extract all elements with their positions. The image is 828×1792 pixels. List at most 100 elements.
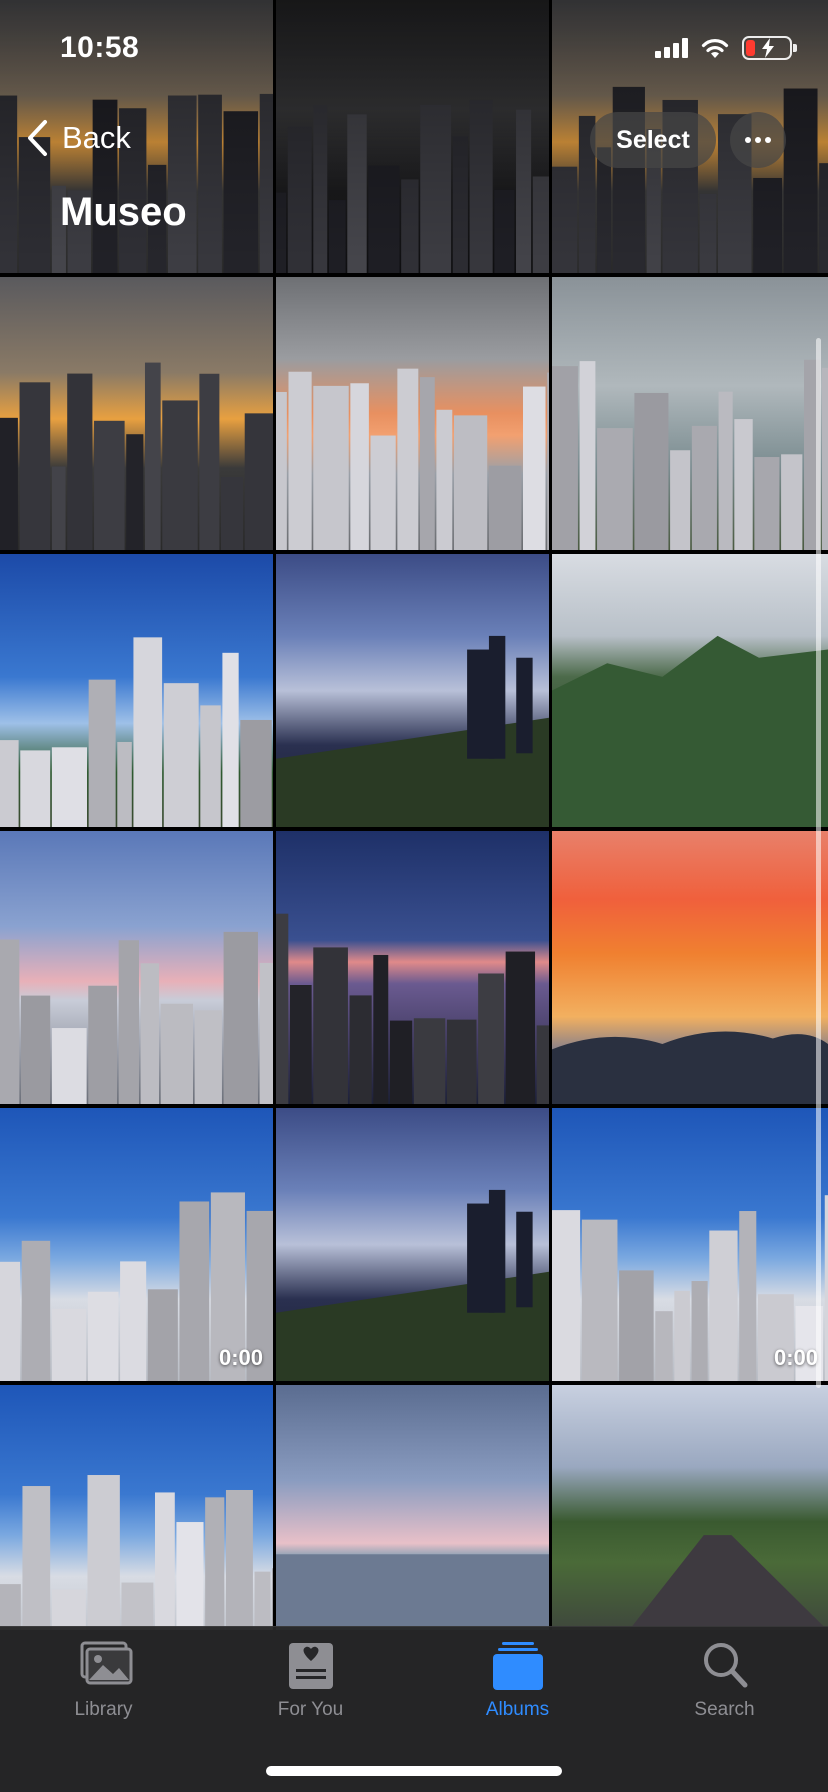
building-shape: [160, 1003, 193, 1104]
back-label: Back: [62, 120, 131, 155]
building-shape: [20, 995, 51, 1104]
building-shape: [287, 126, 312, 273]
building-shape: [272, 1568, 273, 1630]
building-shape: [313, 385, 349, 550]
photo-thumbnail[interactable]: [276, 1108, 549, 1381]
building-shape: [821, 367, 828, 550]
photo-thumbnail[interactable]: [552, 554, 828, 827]
photo-thumbnail[interactable]: [276, 277, 549, 550]
building-shape: [397, 368, 419, 550]
building-shape: [328, 200, 346, 273]
building-shape: [163, 683, 199, 827]
photo-thumbnail[interactable]: [552, 1385, 828, 1630]
building-shape: [446, 1019, 477, 1104]
building-shape: [154, 1492, 175, 1630]
building-shape: [0, 939, 20, 1104]
photo-thumbnail[interactable]: [0, 1385, 273, 1630]
building-shape: [691, 1281, 708, 1381]
building-shape: [699, 193, 717, 273]
photo-scene: [0, 1192, 273, 1381]
building-shape: [118, 940, 139, 1104]
photo-thumbnail[interactable]: [276, 554, 549, 827]
building-shape: [718, 391, 733, 550]
photo-thumbnail[interactable]: [276, 1385, 549, 1630]
tab-for-you-label: For You: [277, 1699, 344, 1720]
back-button[interactable]: Back: [24, 118, 131, 158]
building-shape: [494, 189, 515, 273]
building-shape: [420, 104, 452, 273]
building-shape: [655, 1311, 673, 1381]
building-shape: [121, 1582, 154, 1630]
photo-scene: [552, 1195, 828, 1381]
building-shape: [552, 366, 578, 550]
building-shape: [505, 951, 536, 1104]
building-shape: [205, 1497, 225, 1630]
photo-thumbnail[interactable]: [0, 831, 273, 1104]
photo-scene: [0, 362, 273, 550]
building-shape: [120, 1261, 147, 1381]
horizon-shape: [552, 1031, 828, 1104]
building-shape: [350, 383, 369, 550]
photo-scene: [552, 359, 828, 550]
building-shape: [401, 179, 419, 273]
building-shape: [552, 1210, 581, 1381]
building-shape: [0, 417, 18, 550]
building-shape: [516, 109, 532, 273]
building-shape: [147, 1289, 178, 1381]
building-shape: [368, 165, 400, 273]
building-shape: [88, 985, 118, 1104]
photo-thumbnail[interactable]: [0, 277, 273, 550]
building-shape: [51, 1028, 87, 1104]
photo-scene: [552, 635, 828, 827]
building-shape: [167, 95, 197, 273]
building-shape: [478, 973, 505, 1104]
status-icons: [655, 36, 797, 60]
building-shape: [87, 1291, 119, 1381]
building-shape: [488, 635, 506, 759]
tab-albums[interactable]: Albums: [414, 1639, 621, 1721]
building-shape: [597, 428, 633, 550]
building-shape: [51, 1308, 87, 1381]
building-shape: [176, 1522, 204, 1630]
building-shape: [126, 434, 144, 550]
building-shape: [194, 1010, 222, 1104]
photo-thumbnail[interactable]: [552, 277, 828, 550]
building-shape: [452, 136, 468, 273]
building-shape: [781, 454, 803, 550]
building-shape: [179, 1201, 210, 1381]
photo-thumbnail[interactable]: [276, 0, 549, 273]
video-thumbnail[interactable]: 0:00: [552, 1108, 828, 1381]
ground-shape: [276, 717, 549, 827]
select-button[interactable]: Select: [590, 112, 716, 168]
building-shape: [117, 741, 132, 827]
photo-thumbnail[interactable]: [552, 831, 828, 1104]
building-shape: [739, 1211, 757, 1381]
building-shape: [254, 1571, 271, 1630]
chevron-left-icon: [28, 120, 47, 156]
building-shape: [276, 391, 287, 550]
building-shape: [51, 747, 88, 827]
home-indicator[interactable]: [266, 1766, 562, 1776]
scrollbar[interactable]: [816, 338, 821, 1388]
building-shape: [133, 637, 163, 827]
photo-thumbnail[interactable]: [276, 831, 549, 1104]
building-shape: [87, 1475, 120, 1630]
building-shape: [552, 166, 578, 273]
more-options-button[interactable]: [730, 112, 786, 168]
tab-for-you[interactable]: For You: [207, 1639, 414, 1721]
building-shape: [222, 652, 239, 827]
photo-scene: [276, 1189, 549, 1381]
building-shape: [221, 477, 244, 550]
building-shape: [536, 1025, 549, 1104]
building-shape: [276, 913, 289, 1104]
tab-library[interactable]: Library: [0, 1639, 207, 1721]
building-shape: [753, 177, 782, 273]
photo-thumbnail[interactable]: [0, 554, 273, 827]
building-shape: [144, 362, 161, 550]
tab-albums-label: Albums: [485, 1699, 550, 1720]
building-shape: [19, 382, 51, 550]
tab-search[interactable]: Search: [621, 1639, 828, 1721]
video-thumbnail[interactable]: 0:00: [0, 1108, 273, 1381]
building-shape: [783, 88, 818, 273]
building-shape: [0, 1261, 21, 1381]
